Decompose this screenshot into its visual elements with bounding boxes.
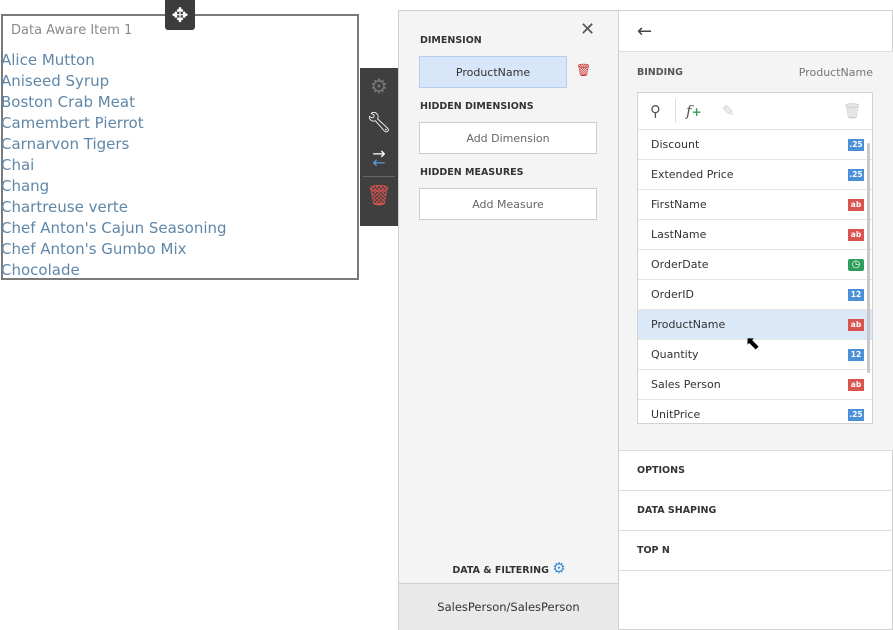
dimension-item[interactable]: ProductName [419, 56, 567, 88]
field-type-icon: 12 [848, 288, 864, 301]
item-value[interactable]: Chartreuse verte [1, 197, 227, 218]
back-arrow-icon[interactable]: ← [619, 11, 893, 52]
gear-icon[interactable]: ⚙ [360, 68, 398, 104]
add-calculated-field-icon[interactable]: f+ [686, 102, 702, 120]
field-name: Extended Price [651, 168, 734, 181]
trash-icon[interactable]: 🗑︎ [576, 63, 591, 77]
data-filtering-label: DATA & FILTERING [452, 565, 549, 576]
field-name: UnitPrice [651, 408, 701, 421]
item-value[interactable]: Chocolade [1, 260, 227, 281]
delete-icon: 🗑︎ [842, 102, 862, 120]
item-value[interactable]: Chef Anton's Gumbo Mix [1, 239, 227, 260]
dimension-label: DIMENSION [420, 35, 482, 46]
item-value[interactable]: Camembert Pierrot [1, 113, 227, 134]
item-value[interactable]: Aniseed Syrup [1, 71, 227, 92]
mouse-cursor-icon: ⬉ [745, 333, 761, 354]
item-title: Data Aware Item 1 [11, 23, 133, 38]
item-value[interactable]: Chef Anton's Cajun Seasoning [1, 218, 227, 239]
item-value[interactable]: Chai [1, 155, 227, 176]
section-header[interactable]: TOP N [619, 531, 893, 571]
field-name: FirstName [651, 198, 707, 211]
section-header[interactable]: DATA SHAPING [619, 491, 893, 531]
field-type-icon: 12 [848, 348, 864, 361]
item-value[interactable]: Carnarvon Tigers [1, 134, 227, 155]
field-row[interactable]: OrderDate ◷ [638, 250, 872, 280]
field-row[interactable]: Discount .25 [638, 130, 872, 160]
data-filtering[interactable]: DATA & FILTERING ⚙ [399, 559, 619, 577]
field-name: Quantity [651, 348, 699, 361]
item-toolbar: ⚙ 🔧︎ → ← 🗑︎ [360, 68, 398, 226]
field-type-icon: ab [848, 378, 864, 391]
field-type-icon: .25 [848, 138, 864, 151]
add-measure-button[interactable]: Add Measure [419, 188, 597, 220]
field-list: ⚲ f+ ✎ 🗑︎ Discount .25 Extended Price .25 Fi… [637, 92, 873, 424]
field-row[interactable]: FirstName ab [638, 190, 872, 220]
binding-value: ProductName [798, 66, 873, 79]
field-row[interactable]: LastName ab [638, 220, 872, 250]
field-name: Discount [651, 138, 700, 151]
binding-label: BINDING [637, 67, 683, 78]
field-row[interactable]: Extended Price .25 [638, 160, 872, 190]
field-type-icon: .25 [848, 408, 864, 421]
gear-icon[interactable]: ⚙ [552, 559, 565, 577]
field-name: ProductName [651, 318, 726, 331]
binding-panel: ✕ DIMENSION ProductName 🗑︎ HIDDEN DIMENS… [398, 10, 893, 630]
hidden-measures-label: HIDDEN MEASURES [420, 167, 524, 178]
item-values: Alice Mutton Aniseed Syrup Boston Crab Mea… [1, 50, 227, 281]
field-type-icon: .25 [848, 168, 864, 181]
scrollbar[interactable] [867, 143, 870, 373]
item-value[interactable]: Alice Mutton [1, 50, 227, 71]
field-name: OrderDate [651, 258, 709, 271]
item-value[interactable]: Boston Crab Meat [1, 92, 227, 113]
edit-icon: ✎ [722, 102, 735, 120]
field-type-icon: ab [848, 198, 864, 211]
close-icon[interactable]: ✕ [580, 19, 595, 40]
move-icon[interactable]: ✥ [165, 0, 195, 30]
field-name: Sales Person [651, 378, 721, 391]
field-row[interactable]: OrderID 12 [638, 280, 872, 310]
datasource-button[interactable]: SalesPerson/SalesPerson [399, 583, 618, 630]
field-type-icon: ab [848, 228, 864, 241]
field-row[interactable]: UnitPrice .25 [638, 400, 872, 423]
wrench-icon[interactable]: 🔧︎ [360, 104, 398, 140]
delete-icon[interactable]: 🗑︎ [363, 176, 395, 212]
field-row[interactable]: Sales Person ab [638, 370, 872, 400]
field-type-icon: ab [848, 318, 864, 331]
hidden-dimensions-label: HIDDEN DIMENSIONS [420, 101, 534, 112]
convert-icon[interactable]: → ← [360, 140, 398, 176]
field-type-icon: ◷ [848, 258, 864, 271]
add-dimension-button[interactable]: Add Dimension [419, 122, 597, 154]
data-aware-item[interactable]: Data Aware Item 1 Alice Mutton Aniseed Sy… [1, 14, 359, 280]
field-name: OrderID [651, 288, 694, 301]
item-value[interactable]: Chang [1, 176, 227, 197]
section-header[interactable]: OPTIONS [619, 451, 893, 491]
search-icon[interactable]: ⚲ [650, 102, 661, 120]
field-name: LastName [651, 228, 707, 241]
